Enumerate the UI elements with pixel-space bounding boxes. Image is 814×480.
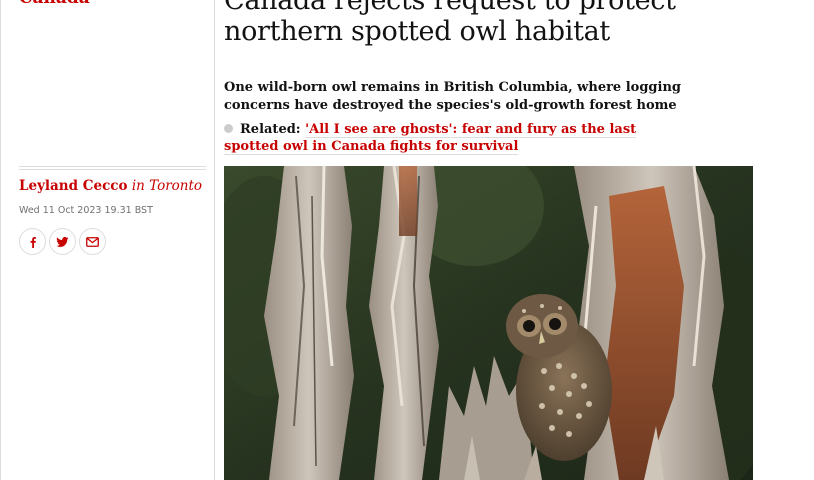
bullet-icon [224,124,233,133]
facebook-icon [30,236,36,248]
meta-divider-top-2 [19,169,206,170]
article-standfirst: One wild-born owl remains in British Col… [224,80,681,113]
author-link[interactable]: Leyland Cecco [19,178,128,194]
page-left-border [0,0,1,480]
related-link-block: Related: 'All I see are ghosts': fear an… [224,121,694,155]
byline-location: in Toronto [131,178,203,194]
section-label[interactable]: Canada [19,0,90,8]
article-main-image[interactable] [224,166,753,480]
share-twitter-button[interactable] [49,228,76,255]
article-headline: Canada rejects request to protect northe… [224,0,676,47]
related-label: Related: [240,122,301,137]
email-icon [86,236,99,247]
byline: Leyland Cecco in Toronto [19,177,202,195]
twitter-icon [56,236,69,247]
share-buttons [19,228,106,255]
share-facebook-button[interactable] [19,228,46,255]
spotted-owl-photo [224,166,753,480]
share-email-button[interactable] [79,228,106,255]
publish-timestamp: Wed 11 Oct 2023 19.31 BST [19,205,153,216]
meta-divider-top [19,166,206,167]
column-divider [214,0,215,480]
